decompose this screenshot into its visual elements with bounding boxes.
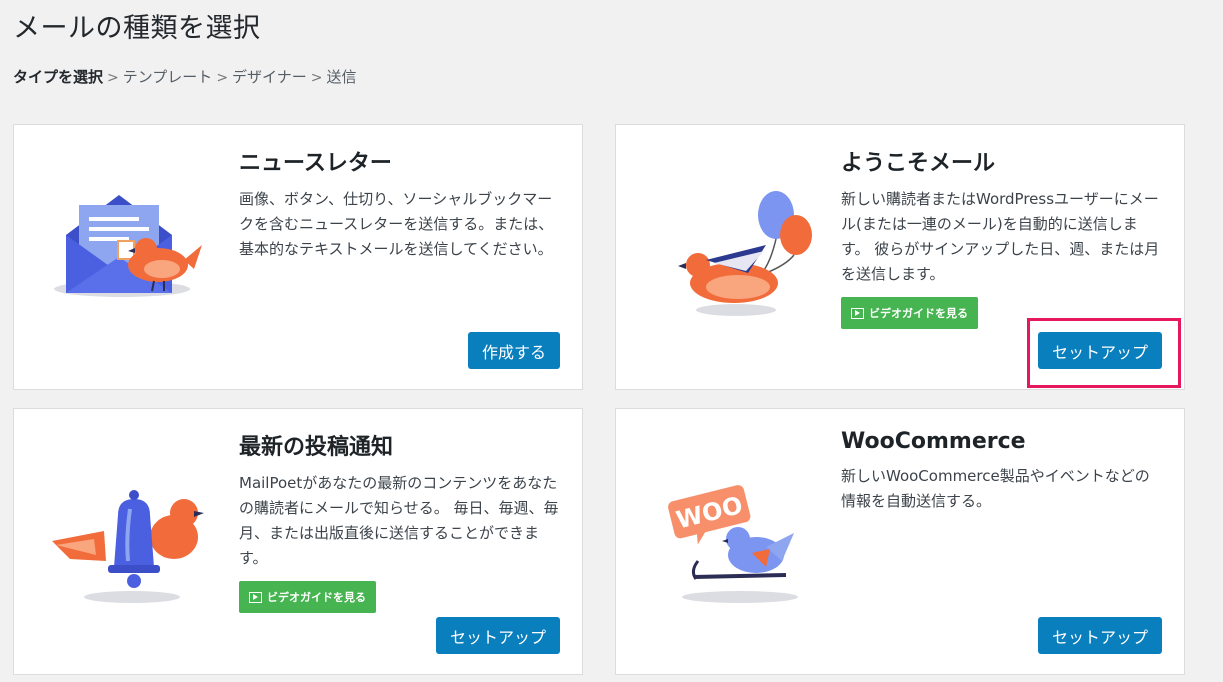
play-icon bbox=[851, 307, 864, 319]
card-description: 画像、ボタン、仕切り、ソーシャルブックマークを含むニュースレターを送信する。また… bbox=[239, 190, 554, 258]
card-post-notifications: 最新の投稿通知 MailPoetがあなたの最新のコンテンツをあなたの購読者にメー… bbox=[13, 408, 583, 675]
breadcrumb-separator: > bbox=[310, 70, 323, 86]
breadcrumb-separator: > bbox=[216, 70, 229, 86]
card-description: MailPoetがあなたの最新のコンテンツをあなたの購読者にメールで知らせる。 … bbox=[239, 474, 559, 567]
card-newsletter: ニュースレター 画像、ボタン、仕切り、ソーシャルブックマークを含むニュースレター… bbox=[13, 124, 583, 390]
page-title: メールの種類を選択 bbox=[13, 13, 261, 44]
card-title: 最新の投稿通知 bbox=[239, 435, 394, 460]
video-guide-label: ビデオガイドを見る bbox=[267, 591, 366, 604]
breadcrumb-step-send: 送信 bbox=[326, 68, 357, 86]
card-title: WooCommerce bbox=[841, 429, 1026, 454]
breadcrumb: タイプを選択 > テンプレート > デザイナー > 送信 bbox=[13, 66, 357, 87]
card-description: 新しいWooCommerce製品やイベントなどの情報を自動送信する。 bbox=[841, 467, 1150, 510]
card-woocommerce: WOO WooCommerce 新しいWooCommerce製品やイベントなどの… bbox=[615, 408, 1185, 675]
video-guide-button[interactable]: ビデオガイドを見る bbox=[239, 581, 376, 613]
play-icon bbox=[249, 591, 262, 603]
breadcrumb-step-template: テンプレート bbox=[122, 68, 213, 86]
card-description: 新しい購読者またはWordPressユーザーにメール(または一連のメール)を自動… bbox=[841, 190, 1160, 283]
setup-woocommerce-button[interactable]: セットアップ bbox=[1037, 617, 1162, 654]
breadcrumb-step-designer: デザイナー bbox=[232, 68, 307, 86]
video-guide-button[interactable]: ビデオガイドを見る bbox=[841, 297, 978, 329]
woo-bird-icon: WOO bbox=[636, 449, 816, 629]
breadcrumb-separator: > bbox=[107, 70, 119, 86]
envelope-bird-icon bbox=[34, 165, 214, 345]
setup-post-notifications-button[interactable]: セットアップ bbox=[435, 617, 560, 654]
breadcrumb-step-type: タイプを選択 bbox=[13, 68, 104, 86]
highlight-annotation bbox=[1027, 318, 1181, 388]
video-guide-label: ビデオガイドを見る bbox=[869, 307, 968, 320]
card-title: ニュースレター bbox=[239, 151, 392, 176]
create-newsletter-button[interactable]: 作成する bbox=[467, 332, 560, 369]
bird-balloons-icon bbox=[636, 165, 816, 345]
bird-bell-icon bbox=[34, 449, 214, 629]
card-title: ようこそメール bbox=[841, 151, 996, 176]
